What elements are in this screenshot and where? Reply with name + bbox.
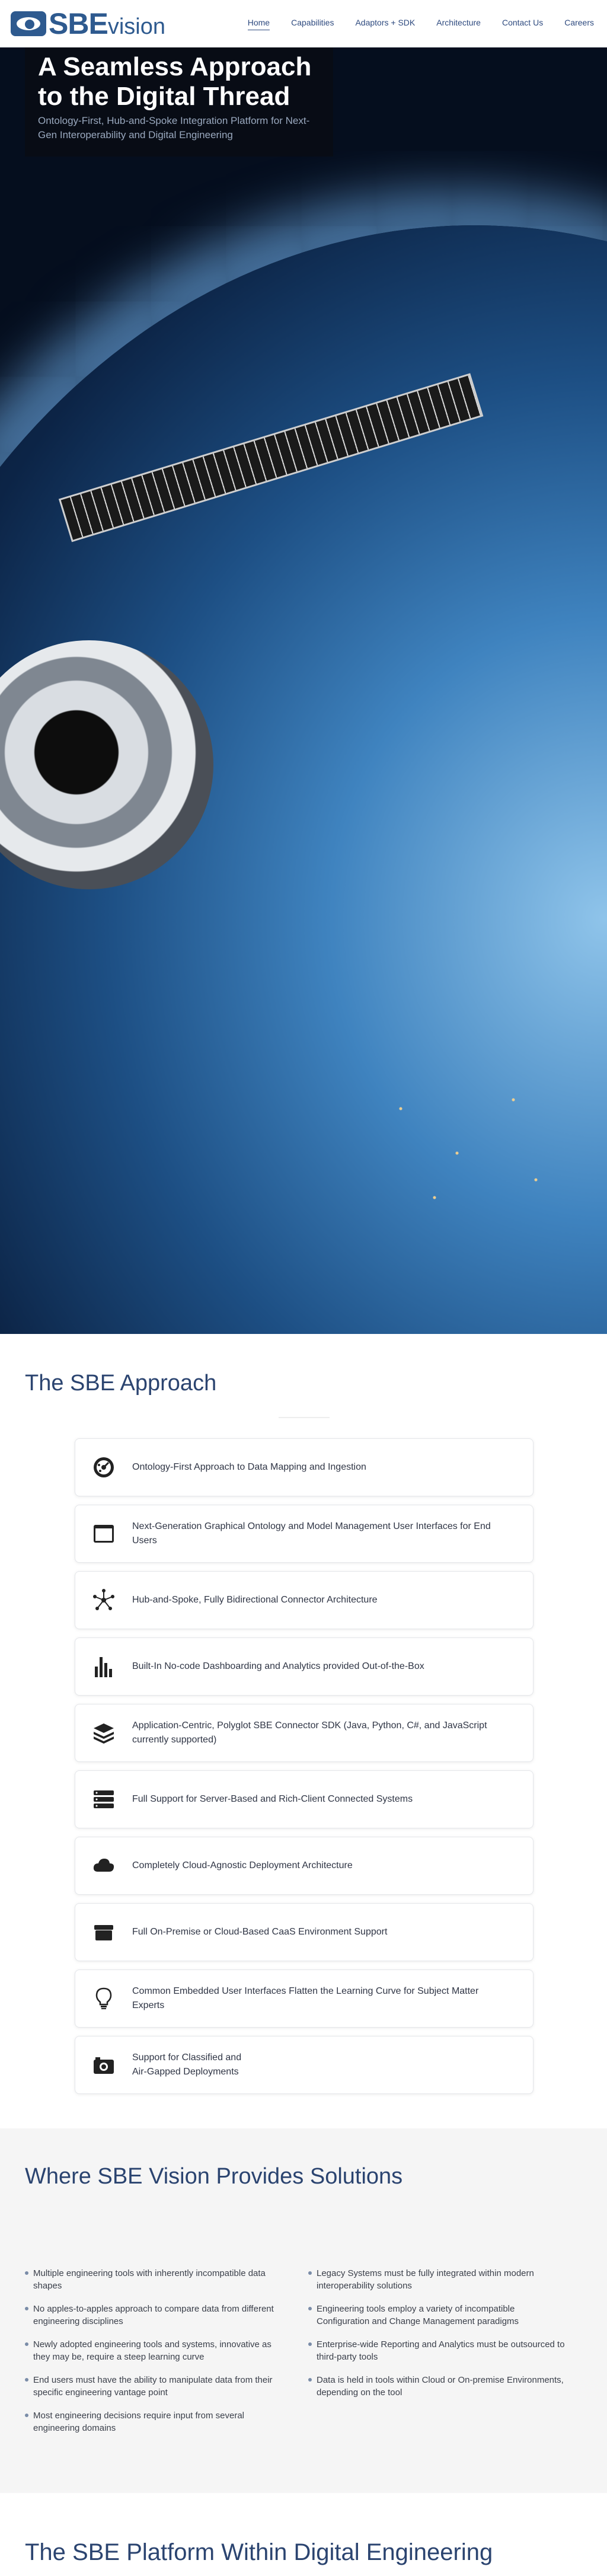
solutions-section: Where SBE Vision Provides Solutions Mult… (0, 2128, 607, 2493)
approach-card-text: Full Support for Server-Based and Rich-C… (132, 1794, 413, 1804)
satellite-body-image (0, 640, 213, 889)
lightbulb-icon (92, 1987, 116, 2010)
approach-card: Completely Cloud-Agnostic Deployment Arc… (75, 1837, 533, 1895)
sbe-vision-logo[interactable]: SBE vision (11, 7, 165, 40)
hero-title: A Seamless Approach to the Digital Threa… (38, 52, 312, 111)
approach-card: Built-In No-code Dashboarding and Analyt… (75, 1637, 533, 1696)
nav-home[interactable]: Home (247, 18, 270, 30)
site-header: SBE vision Home Capabilities Adaptors + … (0, 0, 607, 47)
approach-card-text: Application-Centric, Polyglot SBE Connec… (132, 1720, 487, 1745)
approach-card-text: Common Embedded User Interfaces Flatten … (132, 1986, 479, 2010)
list-item: Enterprise-wide Reporting and Analytics … (308, 2338, 569, 2363)
approach-card: Support for Classified and Air-Gapped De… (75, 2036, 533, 2094)
list-item: End users must have the ability to manip… (25, 2374, 286, 2399)
approach-card-list: Ontology-First Approach to Data Mapping … (75, 1438, 533, 2102)
hero-subtitle: Ontology-First, Hub-and-Spoke Integratio… (38, 115, 310, 141)
nav-capabilities[interactable]: Capabilities (291, 18, 334, 30)
list-item: Legacy Systems must be fully integrated … (308, 2267, 569, 2292)
list-item: No apples-to-apples approach to compare … (25, 2303, 286, 2328)
nav-contact-us[interactable]: Contact Us (502, 18, 543, 30)
approach-card-text: Next-Generation Graphical Ontology and M… (132, 1521, 491, 1546)
nav-architecture[interactable]: Architecture (436, 18, 481, 30)
approach-title: The SBE Approach (25, 1371, 217, 1396)
list-item: Newly adopted engineering tools and syst… (25, 2338, 286, 2363)
approach-card-text: Hub-and-Spoke, Fully Bidirectional Conne… (132, 1595, 378, 1605)
platform-title: The SBE Platform Within Digital Engineer… (25, 2539, 493, 2565)
main-nav: Home Capabilities Adaptors + SDK Archite… (226, 18, 594, 30)
approach-card: Common Embedded User Interfaces Flatten … (75, 1969, 533, 2028)
list-item: Data is held in tools within Cloud or On… (308, 2374, 569, 2399)
solutions-list-left: Multiple engineering tools with inherent… (25, 2267, 286, 2445)
approach-section: The SBE Approach Ontology-First Approach… (0, 1334, 607, 2128)
approach-card: Full On-Premise or Cloud-Based CaaS Envi… (75, 1903, 533, 1961)
approach-card-text: Built-In No-code Dashboarding and Analyt… (132, 1661, 424, 1671)
approach-card: Application-Centric, Polyglot SBE Connec… (75, 1704, 533, 1762)
list-item: Multiple engineering tools with inherent… (25, 2267, 286, 2292)
approach-card-text: Support for Classified and Air-Gapped De… (132, 2052, 242, 2077)
solutions-list-right: Legacy Systems must be fully integrated … (308, 2267, 569, 2409)
cloud-icon (92, 1854, 116, 1878)
approach-card: Ontology-First Approach to Data Mapping … (75, 1438, 533, 1496)
box-icon (92, 1920, 116, 1944)
list-item: Most engineering decisions require input… (25, 2409, 286, 2434)
server-icon (92, 1787, 116, 1811)
approach-card: Next-Generation Graphical Ontology and M… (75, 1505, 533, 1563)
satellite-solar-panel-image (58, 373, 484, 542)
eye-logo-icon (11, 11, 46, 36)
dashboard-gauge-icon (92, 1455, 116, 1479)
browser-window-icon (92, 1522, 116, 1546)
nav-careers[interactable]: Careers (564, 18, 594, 30)
earth-city-lights-image (356, 1055, 581, 1233)
list-item: Engineering tools employ a variety of in… (308, 2303, 569, 2328)
nav-adaptors-sdk[interactable]: Adaptors + SDK (355, 18, 415, 30)
logo-sbe-text: SBE (49, 7, 108, 40)
approach-card-text: Full On-Premise or Cloud-Based CaaS Envi… (132, 1927, 388, 1937)
hero-caption: A Seamless Approach to the Digital Threa… (25, 47, 333, 157)
approach-card: Full Support for Server-Based and Rich-C… (75, 1770, 533, 1828)
approach-card: Hub-and-Spoke, Fully Bidirectional Conne… (75, 1571, 533, 1629)
hero-section: A Seamless Approach to the Digital Threa… (0, 47, 607, 1334)
bar-chart-icon (92, 1655, 116, 1678)
solutions-title: Where SBE Vision Provides Solutions (25, 2164, 403, 2189)
section-divider (279, 1417, 330, 1418)
layers-icon (92, 1721, 116, 1745)
platform-section: The SBE Platform Within Digital Engineer… (0, 2493, 607, 2576)
approach-card-text: Ontology-First Approach to Data Mapping … (132, 1462, 366, 1472)
hub-spoke-icon (92, 1588, 116, 1612)
logo-vision-text: vision (107, 14, 165, 39)
approach-card-text: Completely Cloud-Agnostic Deployment Arc… (132, 1860, 353, 1870)
camera-icon (92, 2053, 116, 2077)
